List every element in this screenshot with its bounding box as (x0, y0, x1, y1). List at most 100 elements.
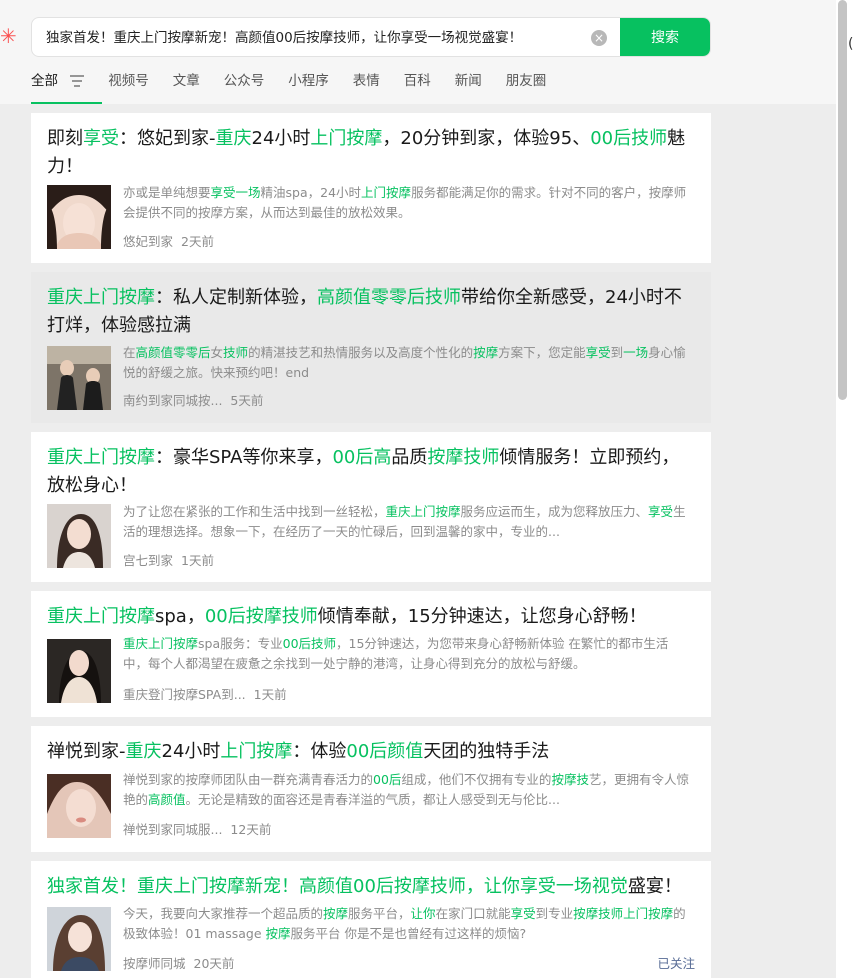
text-segment: 品质 (391, 447, 428, 468)
highlighted-keyword: 重庆上门按摩 (47, 606, 155, 627)
result-title[interactable]: 重庆上门按摩：豪华SPA等你来享，00后高品质按摩技师倾情服务！立即预约，放松身… (47, 444, 695, 500)
result-thumbnail[interactable] (47, 907, 111, 971)
result-title[interactable]: 禅悦到家-重庆24小时上门按摩：体验00后颜值天团的独特手法 (47, 738, 695, 766)
result-meta: 宫七到家 1天前 (123, 550, 214, 569)
highlighted-keyword: 让你 (410, 906, 436, 921)
result-description: 亦或是单纯想要享受一场精油spa，24小时上门按摩服务都能满足你的需求。针对不同… (123, 183, 689, 223)
result-thumbnail[interactable] (47, 185, 111, 249)
text-segment: 禅悦到家- (47, 741, 126, 762)
tab-encyclopedia[interactable]: 百科 (404, 70, 431, 98)
text-segment: 亦或是单纯想要 (123, 185, 211, 200)
highlighted-keyword: 按摩技 (551, 772, 589, 787)
result-thumbnail[interactable] (47, 639, 111, 703)
result-source[interactable]: 宫七到家 (123, 553, 173, 568)
text-segment: 到 (610, 345, 624, 360)
highlighted-keyword: 00后高 (332, 447, 392, 468)
result-card[interactable]: 独家首发！重庆上门按摩新宠！高颜值00后按摩技师，让你享受一场视觉盛宴！ 今天，… (31, 861, 711, 978)
tab-bar: 全部 视频号 文章 公众号 小程序 表情 百科 新闻 朋友圈 (31, 70, 570, 104)
text-segment: 24小时 (161, 741, 221, 762)
logo-icon: ✳ (0, 24, 17, 48)
tab-news[interactable]: 新闻 (455, 70, 482, 98)
result-time: 2天前 (181, 234, 214, 249)
text-segment: 服务平台， (348, 906, 411, 921)
text-segment: 服务应运而生，成为您释放压力、 (460, 504, 649, 519)
result-description: 在高颜值零零后女技师的精湛技艺和热情服务以及高度个性化的按摩方案下，您定能享受到… (123, 343, 689, 383)
text-segment: 组成，他们不仅拥有专业的 (401, 772, 552, 787)
text-segment: ：私人定制新体验， (155, 287, 317, 308)
highlighted-keyword: 独家首发！重庆上门按摩新宠！高颜值00后按摩技师，让你享受一场视觉 (47, 876, 628, 897)
tab-channels[interactable]: 视频号 (108, 70, 149, 98)
result-time: 12天前 (230, 822, 272, 837)
text-segment: ，20分钟到家，体验95、 (382, 128, 591, 149)
result-thumbnail[interactable] (47, 774, 111, 838)
text-segment: 精油spa，24小时 (260, 185, 362, 200)
text-segment: 今天，我要向大家推荐一个超品质的 (123, 906, 324, 921)
scrollbar-thumb[interactable] (838, 0, 847, 400)
text-segment: ：豪华SPA等你来享， (155, 447, 333, 468)
highlighted-keyword: 上门按摩 (361, 185, 412, 200)
search-input[interactable]: 独家首发！重庆上门按摩新宠！高颜值00后按摩技师，让你享受一场视觉盛宴！ (46, 18, 591, 56)
result-thumbnail[interactable] (47, 504, 111, 568)
text-segment: 。无论是精致的面容还是青春洋溢的气质，都让人感受到无与伦比... (185, 792, 560, 807)
result-source[interactable]: 南约到家同城按... (123, 393, 222, 408)
tab-all[interactable]: 全部 (31, 70, 103, 104)
result-meta: 南约到家同城按... 5天前 (123, 390, 263, 409)
tab-articles[interactable]: 文章 (173, 70, 200, 98)
text-segment: 到专业 (535, 906, 574, 921)
result-description: 禅悦到家的按摩师团队由一群充满青春活力的00后组成，他们不仅拥有专业的按摩技艺，… (123, 770, 689, 810)
text-segment: 倾情奉献，15分钟速达，让您身心舒畅！ (317, 606, 647, 627)
result-meta: 重庆登门按摩SPA到... 1天前 (123, 684, 287, 703)
result-title[interactable]: 即刻享受：悠妃到家-重庆24小时上门按摩，20分钟到家，体验95、00后技师魅力… (47, 125, 695, 181)
filter-icon[interactable] (70, 75, 85, 87)
result-title[interactable]: 独家首发！重庆上门按摩新宠！高颜值00后按摩技师，让你享受一场视觉盛宴！ (47, 873, 695, 901)
text-segment: 在家门口就能 (435, 906, 511, 921)
tab-stickers[interactable]: 表情 (353, 70, 380, 98)
highlighted-keyword: 00后按摩技师 (204, 606, 318, 627)
highlighted-keyword: 00后技师 (590, 128, 668, 149)
highlighted-keyword: 重庆上门按摩 (47, 287, 155, 308)
result-card[interactable]: 重庆上门按摩：私人定制新体验，高颜值零零后技师带给你全新感受，24小时不打烊，体… (31, 272, 711, 423)
followed-badge[interactable]: 已关注 (657, 953, 695, 972)
highlighted-keyword: 享受 (585, 345, 611, 360)
highlighted-keyword: 按摩 (265, 926, 291, 941)
highlighted-keyword: 重庆 (215, 128, 252, 149)
text-segment: 女 (210, 345, 224, 360)
result-card[interactable]: 重庆上门按摩spa，00后按摩技师倾情奉献，15分钟速达，让您身心舒畅！ 重庆上… (31, 591, 711, 717)
result-source[interactable]: 悠妃到家 (123, 234, 173, 249)
result-description: 今天，我要向大家推荐一个超品质的按摩服务平台，让你在家门口就能享受到专业按摩技师… (123, 904, 689, 944)
result-source[interactable]: 禅悦到家同城服... (123, 822, 222, 837)
tab-official-accounts[interactable]: 公众号 (224, 70, 265, 98)
highlighted-keyword: 上门按摩 (220, 741, 293, 762)
result-source[interactable]: 重庆登门按摩SPA到... (123, 687, 246, 702)
result-time: 5天前 (230, 393, 264, 408)
text-segment: 天团的独特手法 (423, 741, 550, 762)
search-button[interactable]: 搜索 (620, 18, 710, 56)
result-description: 重庆上门按摩spa服务：专业00后技师，15分钟速达，为您带来身心舒畅新体验 在… (123, 634, 689, 674)
tab-mini-programs[interactable]: 小程序 (288, 70, 329, 98)
highlighted-keyword: 00后颜值 (346, 741, 424, 762)
highlighted-keyword: 重庆上门按摩 (385, 504, 461, 519)
highlighted-keyword: 享受 (83, 128, 119, 149)
text-segment: 禅悦到家的按摩师团队由一群充满青春活力的 (123, 772, 374, 787)
tab-moments[interactable]: 朋友圈 (506, 70, 547, 98)
text-segment: spa服务：专业 (198, 636, 283, 651)
result-thumbnail[interactable] (47, 346, 111, 410)
highlighted-keyword: 按摩 (323, 906, 349, 921)
result-title[interactable]: 重庆上门按摩spa，00后按摩技师倾情奉献，15分钟速达，让您身心舒畅！ (47, 603, 695, 631)
text-segment: ：悠妃到家- (119, 128, 216, 149)
result-title[interactable]: 重庆上门按摩：私人定制新体验，高颜值零零后技师带给你全新感受，24小时不打烊，体… (47, 284, 695, 340)
text-segment: 即刻 (47, 128, 83, 149)
highlighted-keyword: 按摩技师上门按摩 (573, 906, 674, 921)
highlighted-keyword: 按摩技师 (427, 447, 500, 468)
text-segment: 24小时 (251, 128, 311, 149)
clear-icon[interactable]: × (591, 30, 607, 46)
highlighted-keyword: 00后 (373, 772, 402, 787)
highlighted-keyword: 享受 (648, 504, 674, 519)
highlighted-keyword: 按摩 (473, 345, 499, 360)
result-source[interactable]: 按摩师同城 (123, 956, 186, 971)
result-card[interactable]: 即刻享受：悠妃到家-重庆24小时上门按摩，20分钟到家，体验95、00后技师魅力… (31, 113, 711, 263)
result-card[interactable]: 禅悦到家-重庆24小时上门按摩：体验00后颜值天团的独特手法 禅悦到家的按摩师团… (31, 726, 711, 852)
result-card[interactable]: 重庆上门按摩：豪华SPA等你来享，00后高品质按摩技师倾情服务！立即预约，放松身… (31, 432, 711, 582)
result-meta: 悠妃到家 2天前 (123, 231, 214, 250)
highlighted-keyword: 高颜值 (148, 792, 186, 807)
